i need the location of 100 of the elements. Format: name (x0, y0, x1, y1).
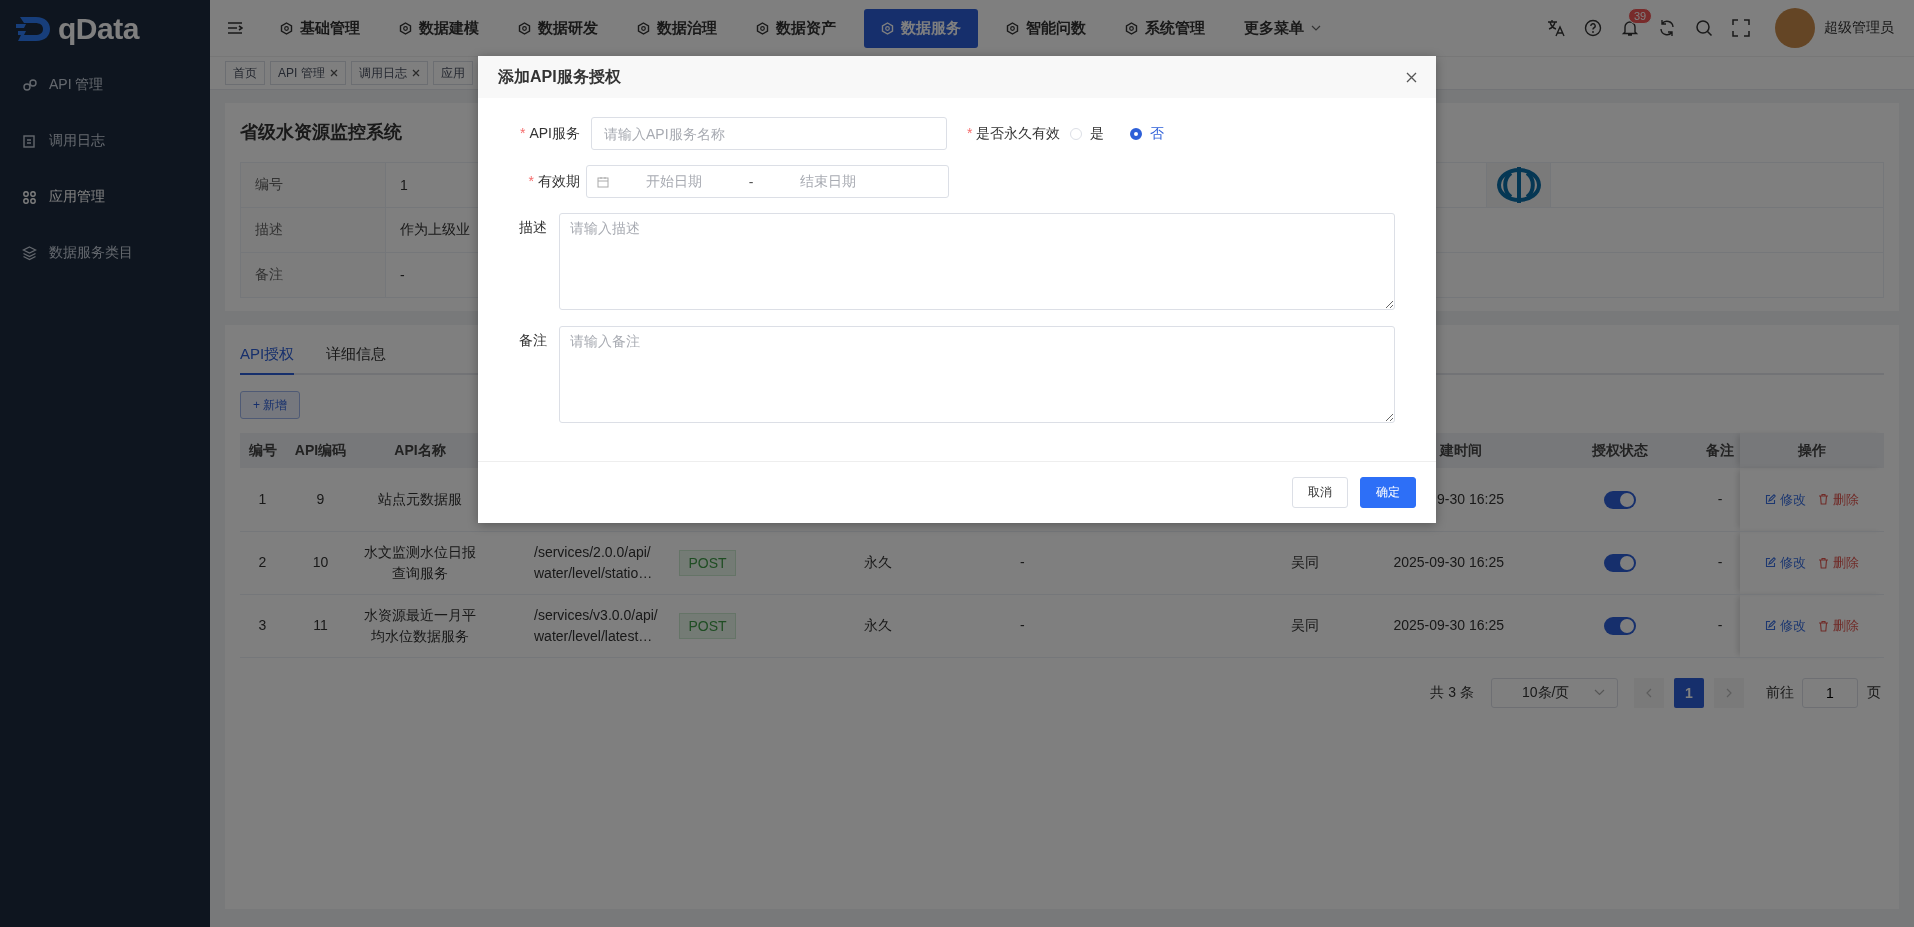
notification-badge: 39 (1628, 8, 1653, 24)
module-icon (756, 21, 769, 35)
sidebar-item[interactable]: 调用日志 (0, 113, 210, 169)
radio-option[interactable]: 是 (1070, 124, 1105, 143)
edit-link[interactable]: 修改 (1765, 552, 1806, 573)
close-icon[interactable] (1406, 71, 1417, 83)
grid-icon (22, 189, 37, 205)
calendar-icon (597, 175, 609, 188)
table-cell-text: - (1717, 616, 1723, 635)
page-tab[interactable]: 调用日志 (350, 61, 428, 85)
close-icon[interactable] (329, 69, 338, 77)
page-tab[interactable]: API 管理 (270, 61, 346, 85)
cancel-button[interactable]: 取消 (1292, 477, 1348, 508)
edit-link[interactable]: 修改 (1765, 488, 1806, 510)
refresh-icon[interactable] (1658, 19, 1676, 37)
sidebar-item[interactable]: API 管理 (0, 57, 210, 113)
menu-icon[interactable] (227, 21, 243, 35)
chevron-down-icon (1594, 689, 1605, 696)
translate-icon[interactable] (1547, 19, 1565, 37)
table-cell-text: 水文监测水位日报查询服务 (364, 542, 476, 583)
table-cell-text: 2 (258, 553, 267, 572)
chevron-right-icon (1726, 687, 1732, 698)
layers-icon (22, 245, 37, 261)
table-cell-text: - (1020, 553, 1025, 572)
bell-icon[interactable] (1621, 19, 1639, 37)
fullscreen-icon[interactable] (1732, 19, 1750, 37)
nav-item[interactable]: 数据建模 (388, 8, 490, 48)
module-icon (518, 21, 531, 35)
nav-item[interactable]: 数据资产 (745, 8, 847, 48)
tab[interactable]: 详细信息 (326, 340, 387, 373)
module-icon (881, 21, 894, 35)
module-icon (1125, 21, 1138, 35)
page-button[interactable]: 1 (1674, 677, 1704, 708)
logo-text: qData (58, 11, 139, 46)
dialog-title: 添加API服务授权 (498, 66, 621, 87)
field-label: 备注 (519, 332, 547, 350)
goto-label: 前往 (1766, 683, 1794, 702)
textarea-input[interactable]: 请输入描述 (559, 213, 1395, 310)
date-range-input[interactable]: 开始日期 - 结束日期 (586, 165, 949, 198)
avatar[interactable] (1775, 8, 1815, 48)
table-cell-text: - (1020, 616, 1025, 635)
document-icon (22, 133, 37, 149)
delete-link[interactable]: 删除 (1818, 488, 1859, 510)
column-header: API名称 (356, 433, 484, 468)
method-tag: POST (679, 612, 736, 639)
field-label: 有效期 (538, 172, 580, 191)
required-mark: * (528, 172, 534, 191)
table-cell-text: 站点元数据服 (377, 489, 463, 509)
table-cell-text: 水资源最近一月平均水位数据服务 (364, 605, 476, 646)
edit-link[interactable]: 修改 (1765, 615, 1806, 636)
module-icon (280, 21, 293, 35)
delete-link[interactable]: 删除 (1818, 615, 1859, 636)
nav-item[interactable]: 数据服务 (864, 8, 978, 48)
table-cell-text: 9 (316, 489, 325, 509)
table-cell-text: 9-30 16:25 (1437, 489, 1504, 509)
nav-item[interactable]: 数据研发 (507, 8, 609, 48)
add-button[interactable]: + 新增 (240, 391, 301, 419)
toggle-switch[interactable] (1604, 491, 1636, 510)
user-name[interactable]: 超级管理员 (1824, 19, 1894, 37)
module-icon (1006, 21, 1019, 35)
table-cell-text: 11 (313, 616, 328, 635)
toggle-switch[interactable] (1604, 617, 1636, 636)
page-tab[interactable]: 首页 (225, 61, 265, 85)
textarea-input[interactable]: 请输入备注 (559, 326, 1395, 423)
delete-link[interactable]: 删除 (1818, 552, 1859, 573)
column-header: 编号 (240, 433, 285, 468)
sidebar-item[interactable]: 应用管理 (0, 169, 210, 225)
column-header: 备注 (1700, 433, 1740, 468)
close-icon[interactable] (411, 69, 420, 77)
nav-item[interactable]: 智能问数 (995, 8, 1097, 48)
sidebar-item[interactable]: 数据服务类目 (0, 225, 210, 281)
help-icon[interactable] (1584, 19, 1602, 37)
trash-icon (1818, 556, 1829, 569)
tab[interactable]: API授权 (240, 340, 295, 375)
table-cell-text: 1 (258, 489, 267, 509)
page-suffix: 页 (1867, 683, 1881, 702)
field-label: 是否永久有效 (976, 124, 1061, 143)
page-tab[interactable]: 应用 (432, 61, 473, 85)
nav-item[interactable]: 更多菜单 (1233, 8, 1332, 48)
edit-icon (1765, 557, 1776, 568)
text-input[interactable]: 请输入API服务名称 (591, 117, 947, 150)
nav-item[interactable]: 系统管理 (1114, 8, 1216, 48)
table-cell-text: - (1717, 553, 1723, 572)
table-cell-text: /services/2.0.0/api/ water/level/statio… (534, 542, 653, 583)
table-cell-text: 2025-09-30 16:25 (1393, 616, 1504, 635)
card-title: 省级水资源监控系统 (240, 122, 402, 142)
nav-item[interactable]: 数据治理 (626, 8, 728, 48)
page-input[interactable]: 1 (1802, 677, 1858, 708)
confirm-button[interactable]: 确定 (1360, 477, 1416, 508)
edit-icon (1765, 620, 1776, 631)
edit-icon (1765, 493, 1776, 505)
toggle-switch[interactable] (1604, 554, 1636, 573)
search-icon[interactable] (1695, 19, 1713, 37)
column-header: 操作 (1740, 433, 1884, 468)
nav-item[interactable]: 基础管理 (269, 8, 371, 48)
total-count: 共 3 条 (1430, 683, 1474, 702)
table-cell-text: 10 (312, 553, 329, 572)
table-cell-text: 吴同 (1291, 616, 1319, 635)
page-size-select[interactable]: 10条/页 (1491, 677, 1618, 708)
radio-option[interactable]: 否 (1130, 124, 1165, 143)
